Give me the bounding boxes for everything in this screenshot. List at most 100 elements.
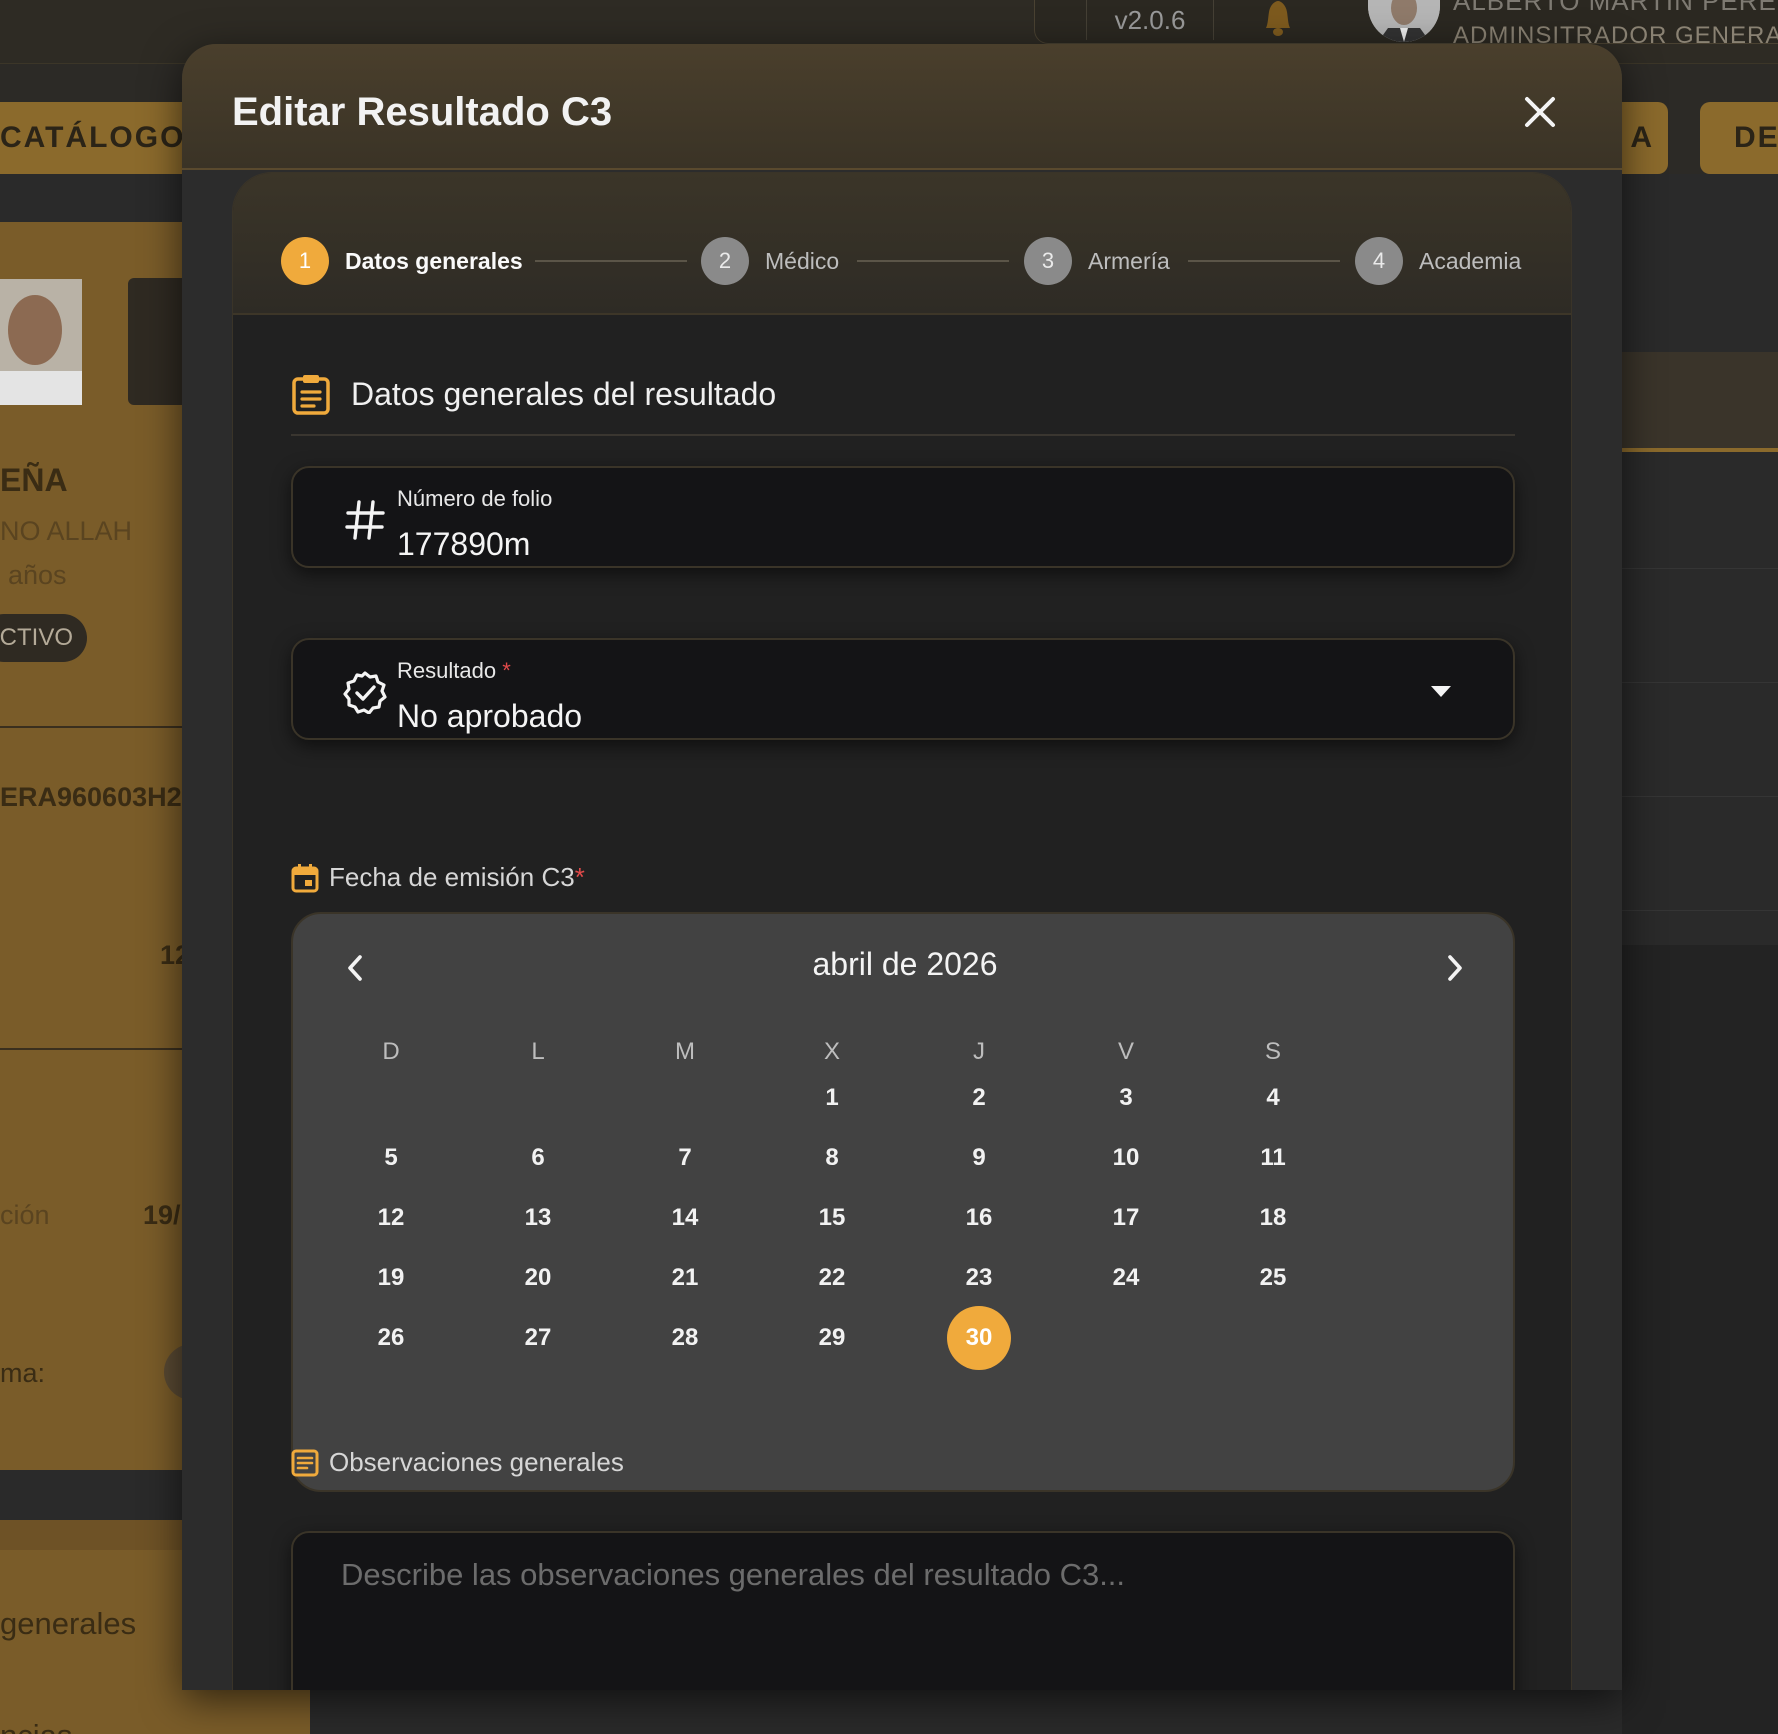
calendar-day[interactable]: 4 xyxy=(1241,1066,1305,1130)
person-first-name: NO ALLAH xyxy=(0,516,133,546)
weekday-label: M xyxy=(675,1038,695,1065)
divider xyxy=(0,1048,190,1050)
person-date-value: 19/ xyxy=(143,1200,181,1230)
calendar-day[interactable]: 18 xyxy=(1241,1186,1305,1250)
stepper: 1 Datos generales 2 Médico 3 Armería 4 A… xyxy=(233,173,1571,315)
folio-value[interactable]: 177890m xyxy=(397,526,530,563)
weekday-label: J xyxy=(973,1038,985,1065)
calendar-day[interactable]: 6 xyxy=(506,1126,570,1190)
fecha-label: Fecha de emisión C3* xyxy=(291,862,585,893)
step-connector xyxy=(857,260,1009,262)
step-label: Armería xyxy=(1088,247,1170,274)
folio-field[interactable]: Número de folio 177890m xyxy=(291,466,1515,568)
date-picker-calendar: abril de 2026 DLMXJVS 1 2 3 4 5 6 7 8 9 10 11 12 13 1… xyxy=(291,912,1515,1492)
calendar-day[interactable]: 24 xyxy=(1094,1246,1158,1310)
calendar-day[interactable]: 27 xyxy=(506,1306,570,1370)
calendar-day[interactable]: 1 xyxy=(800,1066,864,1130)
calendar-day[interactable]: 5 xyxy=(359,1126,423,1190)
calendar-day[interactable]: 22 xyxy=(800,1246,864,1310)
observaciones-textarea[interactable]: Describe las observaciones generales del… xyxy=(291,1531,1515,1690)
calendar-day[interactable]: 10 xyxy=(1094,1126,1158,1190)
step-number: 2 xyxy=(701,237,749,285)
calendar-day[interactable]: 12 xyxy=(359,1186,423,1250)
step-connector xyxy=(535,260,687,262)
person-card xyxy=(0,222,190,1470)
calendar-day[interactable]: 15 xyxy=(800,1186,864,1250)
calendar-month-title[interactable]: abril de 2026 xyxy=(293,946,1517,983)
header-de-button[interactable]: DE xyxy=(1700,102,1778,174)
clipboard-icon xyxy=(292,375,330,415)
resultado-value: No aprobado xyxy=(397,698,583,734)
calendar-day[interactable]: 8 xyxy=(800,1126,864,1190)
modal-title: Editar Resultado C3 xyxy=(232,90,613,134)
step-label: Datos generales xyxy=(345,247,523,274)
lower-card-tab[interactable]: ncias xyxy=(0,1718,72,1734)
person-field-label: ma: xyxy=(0,1358,46,1388)
observaciones-label-text: Observaciones generales xyxy=(329,1447,624,1477)
close-icon xyxy=(1525,97,1555,127)
calendar-day-selected[interactable]: 30 xyxy=(947,1306,1011,1370)
photo-placeholder xyxy=(128,278,190,405)
section-header: Datos generales del resultado xyxy=(291,373,776,415)
calendar-day[interactable]: 23 xyxy=(947,1246,1011,1310)
section-title: Datos generales del resultado xyxy=(351,375,777,412)
catalog-button[interactable]: CATÁLOGO D xyxy=(0,102,196,174)
weekday-label: X xyxy=(823,1038,840,1065)
status-badge: CTIVO xyxy=(0,614,87,662)
calendar-day[interactable]: 25 xyxy=(1241,1246,1305,1310)
calendar-day[interactable]: 9 xyxy=(947,1126,1011,1190)
calendar-day[interactable]: 29 xyxy=(800,1306,864,1370)
divider xyxy=(1622,682,1778,683)
calendar-day[interactable]: 19 xyxy=(359,1246,423,1310)
fecha-label-text: Fecha de emisión C3* xyxy=(329,862,585,892)
user-name: ALBERTO MARTIN PERE xyxy=(1453,0,1777,16)
caret-down-icon[interactable] xyxy=(1428,678,1454,704)
calendar-day[interactable]: 11 xyxy=(1241,1126,1305,1190)
calendar-day[interactable]: 26 xyxy=(359,1306,423,1370)
divider xyxy=(0,726,190,728)
right-panel-body xyxy=(1622,945,1778,1734)
notes-icon xyxy=(291,1449,319,1476)
calendar-day[interactable]: 20 xyxy=(506,1246,570,1310)
person-age: años xyxy=(8,560,67,590)
person-field-label: ción xyxy=(0,1200,50,1230)
close-button[interactable] xyxy=(1516,88,1564,136)
verified-badge-icon xyxy=(343,671,387,714)
notifications-bell-icon[interactable] xyxy=(1258,0,1298,38)
calendar-day[interactable]: 14 xyxy=(653,1186,717,1250)
form-card: 1 Datos generales 2 Médico 3 Armería 4 A… xyxy=(232,172,1572,1690)
step-academia[interactable]: 4 Academia xyxy=(1355,236,1521,286)
edit-result-modal: Editar Resultado C3 1 Datos generales 2 … xyxy=(182,44,1622,1690)
observaciones-label: Observaciones generales xyxy=(291,1447,624,1478)
divider xyxy=(291,434,1515,436)
weekday-label: L xyxy=(531,1038,545,1065)
calendar-day[interactable]: 16 xyxy=(947,1186,1011,1250)
step-armeria[interactable]: 3 Armería xyxy=(1024,236,1170,286)
calendar-day[interactable]: 28 xyxy=(653,1306,717,1370)
folio-label: Número de folio xyxy=(397,486,553,511)
step-number: 3 xyxy=(1024,237,1072,285)
step-medico[interactable]: 2 Médico xyxy=(701,236,839,286)
calendar-day[interactable]: 17 xyxy=(1094,1186,1158,1250)
weekday-label: D xyxy=(382,1038,400,1065)
calendar-day[interactable]: 3 xyxy=(1094,1066,1158,1130)
step-label: Academia xyxy=(1419,247,1522,274)
next-month-button[interactable] xyxy=(1433,946,1477,990)
divider xyxy=(1622,910,1778,911)
calendar-day[interactable]: 13 xyxy=(506,1186,570,1250)
calendar-day[interactable]: 2 xyxy=(947,1066,1011,1130)
resultado-select[interactable]: Resultado * No aprobado xyxy=(291,638,1515,740)
step-connector xyxy=(1188,260,1340,262)
lower-card-tab[interactable]: generales xyxy=(0,1606,136,1642)
step-label: Médico xyxy=(765,247,840,274)
person-rfc: ERA960603H29 xyxy=(0,782,197,812)
weekday-label: V xyxy=(1117,1038,1134,1065)
step-number: 1 xyxy=(281,237,329,285)
calendar-day[interactable]: 21 xyxy=(653,1246,717,1310)
step-number: 4 xyxy=(1355,237,1403,285)
observaciones-placeholder: Describe las observaciones generales del… xyxy=(341,1557,1126,1592)
weekday-label: S xyxy=(1264,1038,1281,1065)
chevron-right-icon xyxy=(1448,955,1462,981)
calendar-day[interactable]: 7 xyxy=(653,1126,717,1190)
step-datos-generales[interactable]: 1 Datos generales xyxy=(281,236,523,286)
